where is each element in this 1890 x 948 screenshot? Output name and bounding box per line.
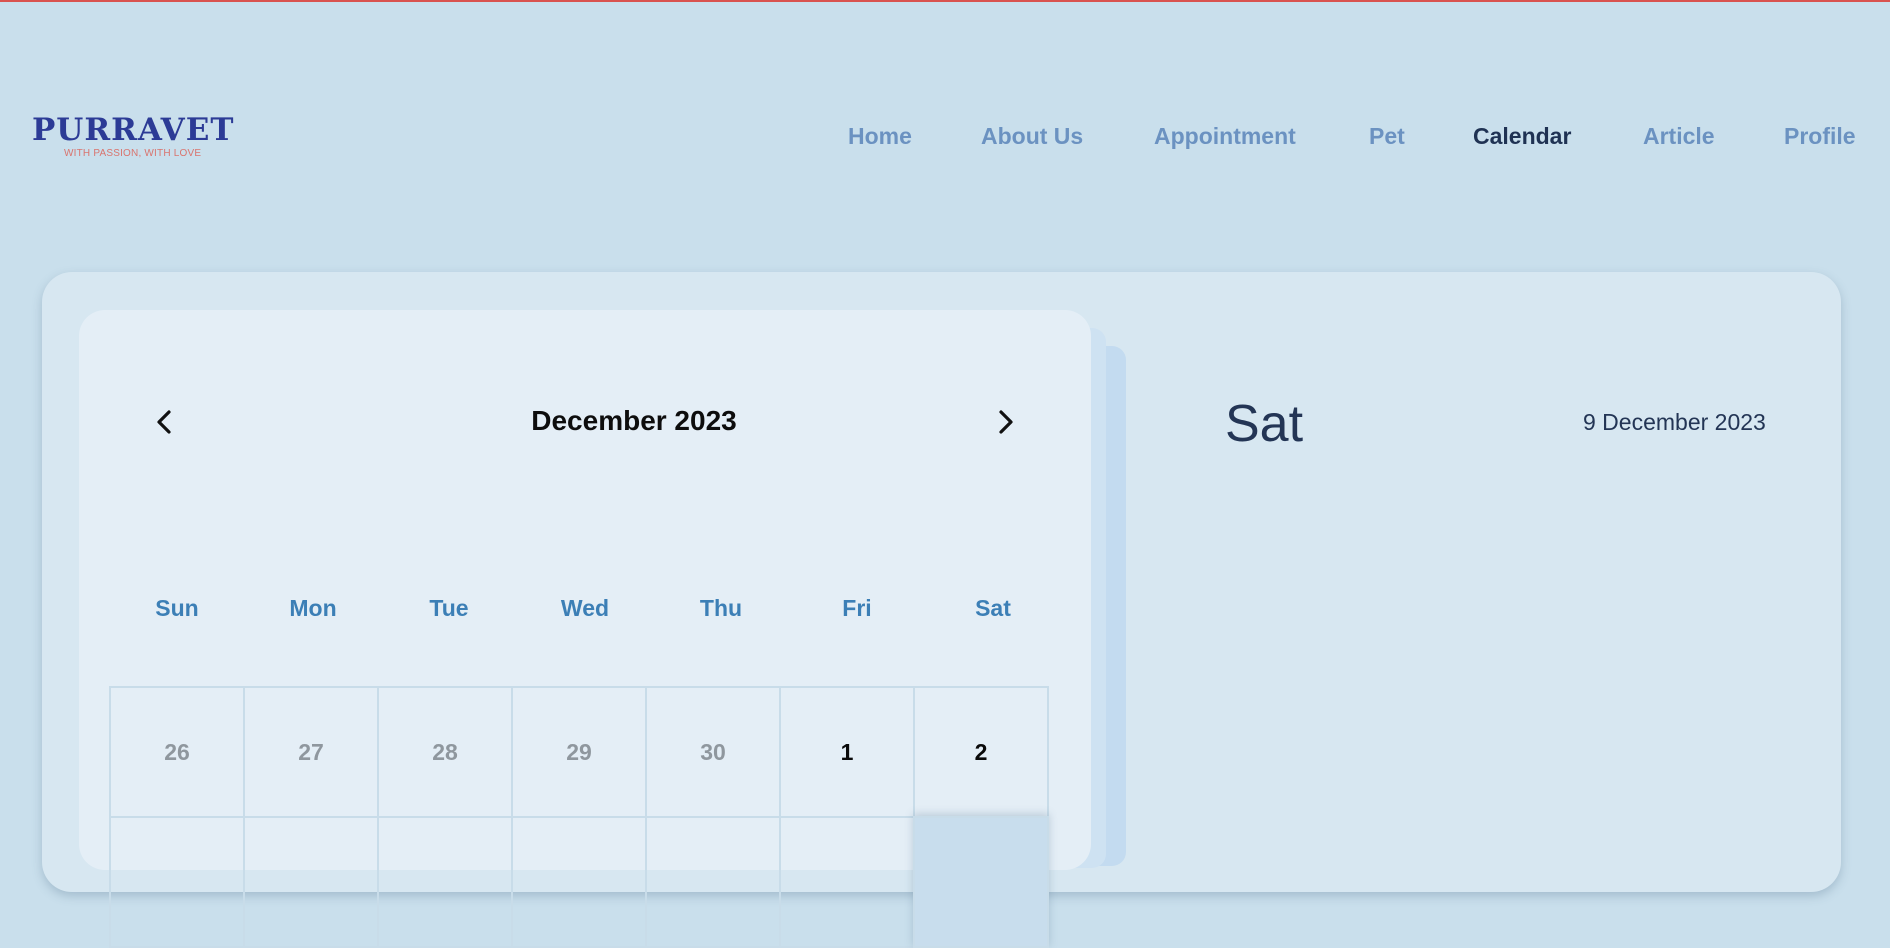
calendar-day-cell[interactable] <box>511 816 647 948</box>
chevron-left-icon <box>157 410 171 434</box>
calendar-day-cell[interactable] <box>109 816 245 948</box>
selected-full-date: 9 December 2023 <box>1583 409 1766 435</box>
weekday-fri: Fri <box>842 595 872 621</box>
nav-article[interactable]: Article <box>1643 120 1715 152</box>
calendar-day-cell[interactable] <box>779 816 915 948</box>
weekday-thu: Thu <box>699 595 743 621</box>
weekday-mon: Mon <box>289 595 337 621</box>
weekday-sat: Sat <box>975 595 1011 621</box>
calendar-day-cell[interactable]: 2 <box>913 686 1049 818</box>
nav-profile[interactable]: Profile <box>1784 120 1856 152</box>
weekday-wed: Wed <box>560 595 610 621</box>
weekday-sun: Sun <box>155 595 199 621</box>
calendar-week-row <box>109 816 1059 948</box>
calendar-day-cell[interactable]: 28 <box>377 686 513 818</box>
nav-pet[interactable]: Pet <box>1369 120 1405 152</box>
top-accent-line <box>0 0 1890 2</box>
prev-month-button[interactable] <box>149 406 181 438</box>
calendar-day-cell[interactable]: 29 <box>511 686 647 818</box>
calendar-day-cell[interactable] <box>913 816 1049 948</box>
calendar-card: December 2023 Sun Mon Tue Wed Thu Fri Sa… <box>79 310 1091 948</box>
nav-about-us[interactable]: About Us <box>981 120 1083 152</box>
calendar-day-cell[interactable]: 1 <box>779 686 915 818</box>
next-month-button[interactable] <box>989 406 1021 438</box>
nav-home[interactable]: Home <box>848 120 912 152</box>
calendar-day-cell[interactable] <box>645 816 781 948</box>
calendar-day-cell[interactable] <box>377 816 513 948</box>
calendar-grid: 26 27 28 29 30 1 2 <box>109 686 1059 948</box>
calendar-week-row: 26 27 28 29 30 1 2 <box>109 686 1059 818</box>
nav-appointment[interactable]: Appointment <box>1154 120 1296 152</box>
weekday-tue: Tue <box>429 595 469 621</box>
calendar-day-cell[interactable]: 26 <box>109 686 245 818</box>
chevron-right-icon <box>999 410 1013 434</box>
calendar-day-cell[interactable] <box>243 816 379 948</box>
main-nav: Home About Us Appointment Pet Calendar A… <box>0 120 1890 152</box>
calendar-day-cell[interactable]: 27 <box>243 686 379 818</box>
nav-calendar[interactable]: Calendar <box>1473 120 1571 152</box>
selected-weekday: Sat <box>1225 395 1304 453</box>
calendar-day-cell[interactable]: 30 <box>645 686 781 818</box>
month-title: December 2023 <box>531 405 737 436</box>
